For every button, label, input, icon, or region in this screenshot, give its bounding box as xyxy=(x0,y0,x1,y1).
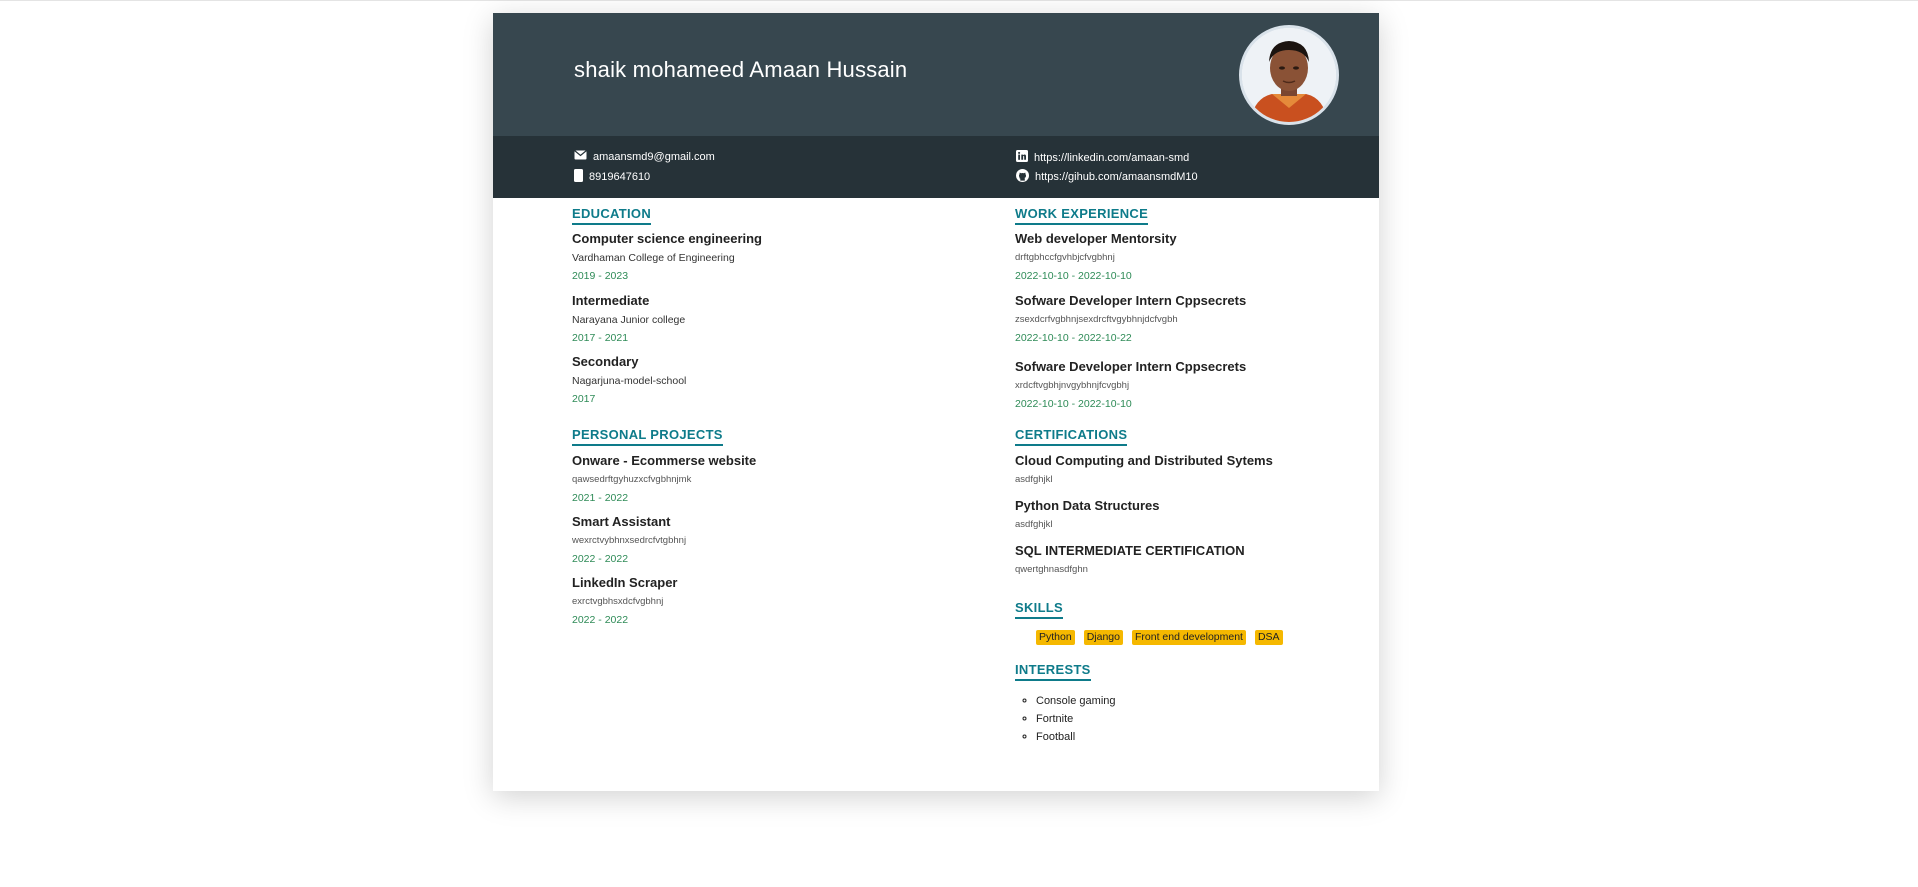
education-school: Nagarjuna-model-school xyxy=(572,375,687,387)
interests-list: Console gaming Fortnite Football xyxy=(1012,692,1116,746)
github-row[interactable]: https://gihub.com/amaansmdM10 xyxy=(1016,169,1198,185)
certification-item: SQL INTERMEDIATE CERTIFICATION qwertghna… xyxy=(1015,543,1245,576)
linkedin-text[interactable]: https://linkedin.com/amaan-smd xyxy=(1034,152,1189,164)
certification-item: Cloud Computing and Distributed Sytems a… xyxy=(1015,453,1273,486)
project-desc: qawsedrftgyhuzxcfvgbhnjmk xyxy=(572,474,692,485)
interest-item: Football xyxy=(1036,728,1116,746)
github-text[interactable]: https://gihub.com/amaansmdM10 xyxy=(1035,171,1198,183)
project-desc: exrctvgbhsxdcfvgbhnj xyxy=(572,596,664,607)
skill-badge: DSA xyxy=(1254,630,1283,645)
certification-desc: asdfghjkl xyxy=(1015,474,1053,485)
project-item: Smart Assistant wexrctvybhnxsedrcfvtgbhn… xyxy=(572,514,686,565)
education-degree: Secondary xyxy=(572,354,639,369)
education-item: Intermediate Narayana Junior college 201… xyxy=(572,293,685,344)
work-role: Sofware Developer Intern Cppsecrets xyxy=(1015,293,1247,308)
education-school: Narayana Junior college xyxy=(572,314,686,326)
work-desc: xrdcftvgbhjnvgybhnjfcvgbhj xyxy=(1015,380,1130,391)
work-item: Sofware Developer Intern Cppsecrets zsex… xyxy=(1015,293,1246,344)
education-degree: Intermediate xyxy=(572,293,650,308)
candidate-name: shaik mohameed Amaan Hussain xyxy=(574,57,908,82)
email-text[interactable]: amaansmd9@gmail.com xyxy=(593,151,715,163)
work-desc: zsexdcrfvgbhnjsexdrcftvgybhnjdcfvgbh xyxy=(1015,314,1178,325)
education-heading: EDUCATION xyxy=(572,206,652,225)
education-item: Secondary Nagarjuna-model-school 2017 xyxy=(572,354,686,405)
project-name: Onware - Ecommerse website xyxy=(572,453,757,468)
linkedin-row[interactable]: https://linkedin.com/amaan-smd xyxy=(1016,150,1189,165)
certifications-heading: CERTIFICATIONS xyxy=(1015,427,1128,446)
github-icon xyxy=(1016,169,1029,185)
education-dates: 2019 - 2023 xyxy=(572,270,629,282)
phone-text[interactable]: 8919647610 xyxy=(589,171,650,183)
project-item: LinkedIn Scraper exrctvgbhsxdcfvgbhnj 20… xyxy=(572,575,677,626)
linkedin-icon xyxy=(1016,150,1028,165)
work-dates: 2022-10-10 - 2022-10-10 xyxy=(1015,270,1132,282)
certification-name: Cloud Computing and Distributed Sytems xyxy=(1015,453,1273,468)
resume-header: shaik mohameed Amaan Hussain xyxy=(493,13,1379,136)
certification-name: SQL INTERMEDIATE CERTIFICATION xyxy=(1015,543,1245,558)
skill-badge: Django xyxy=(1083,630,1123,645)
project-name: Smart Assistant xyxy=(572,514,671,529)
work-dates: 2022-10-10 - 2022-10-10 xyxy=(1015,398,1132,410)
interests-heading: INTERESTS xyxy=(1015,662,1091,681)
project-dates: 2022 - 2022 xyxy=(572,614,629,626)
interest-item: Fortnite xyxy=(1036,710,1116,728)
work-item: Sofware Developer Intern Cppsecrets xrdc… xyxy=(1015,359,1246,410)
education-item: Computer science engineering Vardhaman C… xyxy=(572,231,762,282)
education-degree: Computer science engineering xyxy=(572,231,762,246)
skill-badge: Front end development xyxy=(1131,630,1246,645)
projects-heading: PERSONAL PROJECTS xyxy=(572,427,723,446)
education-dates: 2017 - 2021 xyxy=(572,332,629,344)
work-item: Web developer Mentorsity drftgbhccfgvhbj… xyxy=(1015,231,1177,282)
project-dates: 2022 - 2022 xyxy=(572,553,629,565)
email-icon xyxy=(574,150,587,163)
work-role: Sofware Developer Intern Cppsecrets xyxy=(1015,359,1247,374)
work-role: Web developer Mentorsity xyxy=(1015,231,1177,246)
skill-badge: Python xyxy=(1036,630,1075,645)
project-name: LinkedIn Scraper xyxy=(572,575,678,590)
education-dates: 2017 xyxy=(572,393,596,405)
project-desc: wexrctvybhnxsedrcfvtgbhnj xyxy=(572,535,687,546)
interest-item: Console gaming xyxy=(1036,692,1116,710)
profile-photo xyxy=(1239,25,1339,125)
certification-desc: asdfghjkl xyxy=(1015,519,1053,530)
certification-name: Python Data Structures xyxy=(1015,498,1160,513)
contact-bar: amaansmd9@gmail.com 8919647610 https://l… xyxy=(493,136,1379,198)
phone-row[interactable]: 8919647610 xyxy=(574,169,650,185)
education-school: Vardhaman College of Engineering xyxy=(572,252,735,264)
email-row[interactable]: amaansmd9@gmail.com xyxy=(574,150,715,163)
work-dates: 2022-10-10 - 2022-10-22 xyxy=(1015,332,1132,344)
work-heading: WORK EXPERIENCE xyxy=(1015,206,1149,225)
phone-icon xyxy=(574,169,583,185)
work-desc: drftgbhccfgvhbjcfvgbhnj xyxy=(1015,252,1115,263)
certification-desc: qwertghnasdfghn xyxy=(1015,564,1088,575)
resume-card: shaik mohameed Amaan Hussain amaansmd9@g… xyxy=(493,13,1379,791)
skills-list: Python Django Front end development DSA xyxy=(1036,630,1283,645)
project-dates: 2021 - 2022 xyxy=(572,492,629,504)
skills-heading: SKILLS xyxy=(1015,600,1064,619)
project-item: Onware - Ecommerse website qawsedrftgyhu… xyxy=(572,453,756,504)
profile-photo-image xyxy=(1242,28,1336,122)
certification-item: Python Data Structures asdfghjkl xyxy=(1015,498,1159,531)
